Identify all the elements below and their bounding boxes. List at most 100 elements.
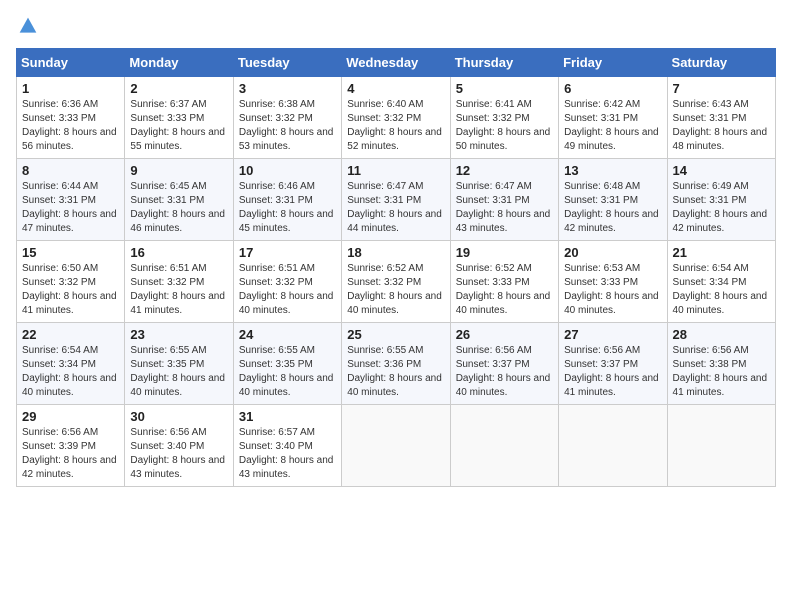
day-number: 11 <box>347 163 444 178</box>
day-detail: Sunrise: 6:40 AM Sunset: 3:32 PM Dayligh… <box>347 98 444 154</box>
calendar-cell: 29 Sunrise: 6:56 AM Sunset: 3:39 PM Dayl… <box>17 405 125 487</box>
day-detail: Sunrise: 6:55 AM Sunset: 3:35 PM Dayligh… <box>239 344 336 400</box>
day-number: 16 <box>130 245 227 260</box>
calendar-cell: 9 Sunrise: 6:45 AM Sunset: 3:31 PM Dayli… <box>125 159 233 241</box>
weekday-header-monday: Monday <box>125 49 233 77</box>
day-number: 12 <box>456 163 553 178</box>
day-detail: Sunrise: 6:54 AM Sunset: 3:34 PM Dayligh… <box>673 262 770 318</box>
day-number: 15 <box>22 245 119 260</box>
page-header <box>16 16 776 36</box>
calendar-cell: 27 Sunrise: 6:56 AM Sunset: 3:37 PM Dayl… <box>559 323 667 405</box>
day-number: 2 <box>130 81 227 96</box>
day-detail: Sunrise: 6:50 AM Sunset: 3:32 PM Dayligh… <box>22 262 119 318</box>
calendar-cell: 7 Sunrise: 6:43 AM Sunset: 3:31 PM Dayli… <box>667 77 775 159</box>
calendar-cell: 21 Sunrise: 6:54 AM Sunset: 3:34 PM Dayl… <box>667 241 775 323</box>
day-detail: Sunrise: 6:42 AM Sunset: 3:31 PM Dayligh… <box>564 98 661 154</box>
calendar-cell <box>667 405 775 487</box>
weekday-header-row: SundayMondayTuesdayWednesdayThursdayFrid… <box>17 49 776 77</box>
day-number: 26 <box>456 327 553 342</box>
day-detail: Sunrise: 6:45 AM Sunset: 3:31 PM Dayligh… <box>130 180 227 236</box>
day-detail: Sunrise: 6:56 AM Sunset: 3:40 PM Dayligh… <box>130 426 227 482</box>
day-detail: Sunrise: 6:52 AM Sunset: 3:32 PM Dayligh… <box>347 262 444 318</box>
day-number: 25 <box>347 327 444 342</box>
day-detail: Sunrise: 6:47 AM Sunset: 3:31 PM Dayligh… <box>456 180 553 236</box>
day-number: 29 <box>22 409 119 424</box>
week-row-1: 1 Sunrise: 6:36 AM Sunset: 3:33 PM Dayli… <box>17 77 776 159</box>
calendar-cell: 31 Sunrise: 6:57 AM Sunset: 3:40 PM Dayl… <box>233 405 341 487</box>
calendar-cell: 19 Sunrise: 6:52 AM Sunset: 3:33 PM Dayl… <box>450 241 558 323</box>
day-number: 31 <box>239 409 336 424</box>
day-detail: Sunrise: 6:51 AM Sunset: 3:32 PM Dayligh… <box>239 262 336 318</box>
day-detail: Sunrise: 6:56 AM Sunset: 3:38 PM Dayligh… <box>673 344 770 400</box>
day-number: 14 <box>673 163 770 178</box>
calendar-cell: 18 Sunrise: 6:52 AM Sunset: 3:32 PM Dayl… <box>342 241 450 323</box>
day-number: 21 <box>673 245 770 260</box>
calendar-cell: 25 Sunrise: 6:55 AM Sunset: 3:36 PM Dayl… <box>342 323 450 405</box>
day-detail: Sunrise: 6:57 AM Sunset: 3:40 PM Dayligh… <box>239 426 336 482</box>
weekday-header-wednesday: Wednesday <box>342 49 450 77</box>
week-row-3: 15 Sunrise: 6:50 AM Sunset: 3:32 PM Dayl… <box>17 241 776 323</box>
calendar-cell: 16 Sunrise: 6:51 AM Sunset: 3:32 PM Dayl… <box>125 241 233 323</box>
calendar-cell: 4 Sunrise: 6:40 AM Sunset: 3:32 PM Dayli… <box>342 77 450 159</box>
logo-icon <box>18 16 38 36</box>
week-row-4: 22 Sunrise: 6:54 AM Sunset: 3:34 PM Dayl… <box>17 323 776 405</box>
day-detail: Sunrise: 6:55 AM Sunset: 3:36 PM Dayligh… <box>347 344 444 400</box>
week-row-5: 29 Sunrise: 6:56 AM Sunset: 3:39 PM Dayl… <box>17 405 776 487</box>
calendar-cell: 23 Sunrise: 6:55 AM Sunset: 3:35 PM Dayl… <box>125 323 233 405</box>
day-detail: Sunrise: 6:47 AM Sunset: 3:31 PM Dayligh… <box>347 180 444 236</box>
day-number: 24 <box>239 327 336 342</box>
day-detail: Sunrise: 6:53 AM Sunset: 3:33 PM Dayligh… <box>564 262 661 318</box>
day-detail: Sunrise: 6:43 AM Sunset: 3:31 PM Dayligh… <box>673 98 770 154</box>
day-detail: Sunrise: 6:51 AM Sunset: 3:32 PM Dayligh… <box>130 262 227 318</box>
day-number: 3 <box>239 81 336 96</box>
day-number: 7 <box>673 81 770 96</box>
day-detail: Sunrise: 6:38 AM Sunset: 3:32 PM Dayligh… <box>239 98 336 154</box>
calendar-table: SundayMondayTuesdayWednesdayThursdayFrid… <box>16 48 776 487</box>
day-detail: Sunrise: 6:36 AM Sunset: 3:33 PM Dayligh… <box>22 98 119 154</box>
calendar-cell: 1 Sunrise: 6:36 AM Sunset: 3:33 PM Dayli… <box>17 77 125 159</box>
calendar-cell: 15 Sunrise: 6:50 AM Sunset: 3:32 PM Dayl… <box>17 241 125 323</box>
calendar-cell: 24 Sunrise: 6:55 AM Sunset: 3:35 PM Dayl… <box>233 323 341 405</box>
calendar-cell: 28 Sunrise: 6:56 AM Sunset: 3:38 PM Dayl… <box>667 323 775 405</box>
day-detail: Sunrise: 6:55 AM Sunset: 3:35 PM Dayligh… <box>130 344 227 400</box>
day-number: 6 <box>564 81 661 96</box>
calendar-cell: 30 Sunrise: 6:56 AM Sunset: 3:40 PM Dayl… <box>125 405 233 487</box>
day-number: 9 <box>130 163 227 178</box>
calendar-cell: 12 Sunrise: 6:47 AM Sunset: 3:31 PM Dayl… <box>450 159 558 241</box>
calendar-cell: 26 Sunrise: 6:56 AM Sunset: 3:37 PM Dayl… <box>450 323 558 405</box>
day-detail: Sunrise: 6:54 AM Sunset: 3:34 PM Dayligh… <box>22 344 119 400</box>
day-detail: Sunrise: 6:48 AM Sunset: 3:31 PM Dayligh… <box>564 180 661 236</box>
day-number: 20 <box>564 245 661 260</box>
logo <box>16 16 38 36</box>
calendar-cell: 5 Sunrise: 6:41 AM Sunset: 3:32 PM Dayli… <box>450 77 558 159</box>
day-detail: Sunrise: 6:46 AM Sunset: 3:31 PM Dayligh… <box>239 180 336 236</box>
day-detail: Sunrise: 6:41 AM Sunset: 3:32 PM Dayligh… <box>456 98 553 154</box>
day-number: 27 <box>564 327 661 342</box>
calendar-cell: 3 Sunrise: 6:38 AM Sunset: 3:32 PM Dayli… <box>233 77 341 159</box>
calendar-cell <box>450 405 558 487</box>
day-number: 4 <box>347 81 444 96</box>
week-row-2: 8 Sunrise: 6:44 AM Sunset: 3:31 PM Dayli… <box>17 159 776 241</box>
calendar-cell <box>342 405 450 487</box>
day-detail: Sunrise: 6:52 AM Sunset: 3:33 PM Dayligh… <box>456 262 553 318</box>
day-detail: Sunrise: 6:44 AM Sunset: 3:31 PM Dayligh… <box>22 180 119 236</box>
calendar-cell: 14 Sunrise: 6:49 AM Sunset: 3:31 PM Dayl… <box>667 159 775 241</box>
day-detail: Sunrise: 6:37 AM Sunset: 3:33 PM Dayligh… <box>130 98 227 154</box>
calendar-cell: 11 Sunrise: 6:47 AM Sunset: 3:31 PM Dayl… <box>342 159 450 241</box>
day-detail: Sunrise: 6:56 AM Sunset: 3:37 PM Dayligh… <box>564 344 661 400</box>
day-detail: Sunrise: 6:56 AM Sunset: 3:37 PM Dayligh… <box>456 344 553 400</box>
day-number: 28 <box>673 327 770 342</box>
weekday-header-thursday: Thursday <box>450 49 558 77</box>
calendar-cell: 8 Sunrise: 6:44 AM Sunset: 3:31 PM Dayli… <box>17 159 125 241</box>
day-number: 13 <box>564 163 661 178</box>
day-detail: Sunrise: 6:56 AM Sunset: 3:39 PM Dayligh… <box>22 426 119 482</box>
day-number: 17 <box>239 245 336 260</box>
calendar-cell: 10 Sunrise: 6:46 AM Sunset: 3:31 PM Dayl… <box>233 159 341 241</box>
day-number: 8 <box>22 163 119 178</box>
weekday-header-sunday: Sunday <box>17 49 125 77</box>
weekday-header-friday: Friday <box>559 49 667 77</box>
calendar-cell: 13 Sunrise: 6:48 AM Sunset: 3:31 PM Dayl… <box>559 159 667 241</box>
day-number: 19 <box>456 245 553 260</box>
calendar-cell <box>559 405 667 487</box>
calendar-cell: 6 Sunrise: 6:42 AM Sunset: 3:31 PM Dayli… <box>559 77 667 159</box>
